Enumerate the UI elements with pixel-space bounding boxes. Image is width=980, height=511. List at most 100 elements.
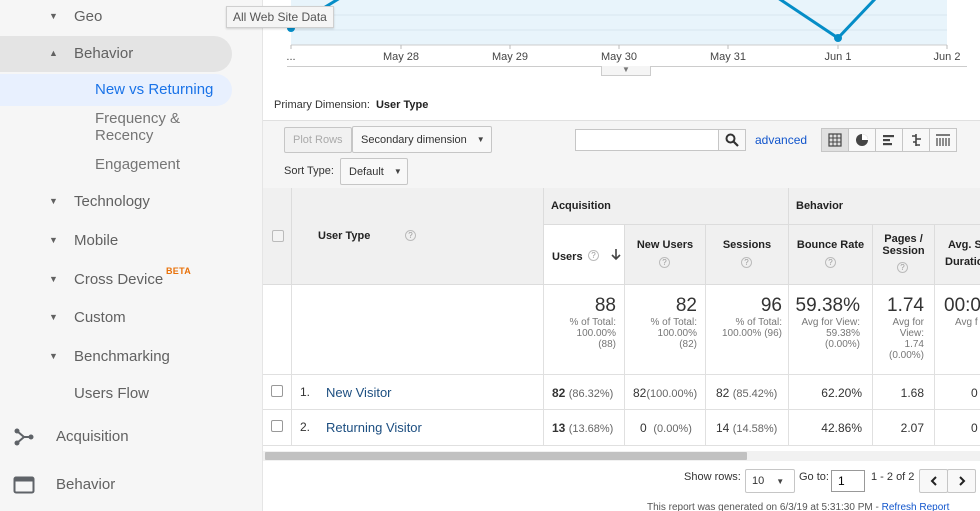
- sidebar-item-mobile[interactable]: ▼ Mobile: [0, 231, 232, 249]
- sidebar-item-geo[interactable]: ▼ Geo: [0, 5, 232, 27]
- sidebar-item-users-flow[interactable]: Users Flow: [0, 384, 232, 402]
- performance-view-button[interactable]: [875, 128, 903, 152]
- sidebar-item-new-vs-returning[interactable]: New vs Returning: [0, 74, 232, 106]
- acquisition-icon: [14, 428, 34, 446]
- next-page-button[interactable]: [947, 469, 976, 493]
- dropdown-arrow-icon: ▼: [393, 167, 402, 176]
- caret-down-icon: ▼: [49, 351, 58, 361]
- totals-pages-session: 1.74 Avg for View: 1.74 (0.00%): [873, 285, 935, 375]
- user-type-link[interactable]: Returning Visitor: [326, 420, 422, 435]
- help-icon[interactable]: ?: [588, 250, 599, 261]
- dropdown-arrow-icon: ▼: [776, 476, 785, 486]
- cell-pages-session: 1.68: [873, 375, 935, 410]
- search-icon: [725, 133, 739, 147]
- new-users-header[interactable]: New Users ?: [625, 225, 706, 285]
- sidebar-item-benchmarking[interactable]: ▼ Benchmarking: [0, 347, 232, 365]
- help-icon[interactable]: ?: [897, 262, 908, 273]
- table-row-checkbox-cell: [263, 410, 292, 446]
- help-icon[interactable]: ?: [825, 257, 836, 268]
- sidebar-item-behavior[interactable]: ▲ Behavior: [0, 36, 232, 72]
- user-type-header[interactable]: User Type ?: [292, 188, 544, 285]
- sidebar-item-custom[interactable]: ▼ Custom: [0, 308, 232, 326]
- sidebar-item-cross-device[interactable]: ▼ Cross Device BETA: [0, 266, 232, 288]
- chevron-right-icon: [958, 476, 965, 486]
- primary-dimension-value[interactable]: User Type: [376, 99, 428, 111]
- secondary-dimension-dropdown[interactable]: Secondary dimension ▼: [352, 126, 492, 153]
- caret-down-icon: ▼: [49, 274, 58, 284]
- chevron-down-icon: ▼: [622, 65, 630, 74]
- behavior-group-header: Behavior: [789, 188, 980, 225]
- line-chart-plot: [287, 0, 948, 49]
- sidebar-section-acquisition[interactable]: Acquisition: [0, 417, 262, 457]
- bounce-rate-header[interactable]: Bounce Rate ?: [789, 225, 873, 285]
- totals-users: 88 % of Total: 100.00% (88): [544, 285, 625, 375]
- chevron-left-icon: [930, 476, 937, 486]
- pivot-view-button[interactable]: [929, 128, 957, 152]
- cell-users: 82 (86.32%): [544, 375, 625, 410]
- row-checkbox[interactable]: [271, 420, 283, 432]
- chart-area-fill: [291, 0, 947, 45]
- help-icon[interactable]: ?: [659, 257, 670, 268]
- avg-session-duration-header[interactable]: Avg. S Duratio: [935, 225, 980, 285]
- sidebar-item-technology[interactable]: ▼ Technology: [0, 192, 232, 210]
- page-range: 1 - 2 of 2: [871, 471, 915, 483]
- caret-down-icon: ▼: [49, 235, 58, 245]
- sort-descending-icon[interactable]: [611, 249, 621, 261]
- sidebar-item-frequency-recency[interactable]: Frequency & Recency: [0, 110, 232, 144]
- comparison-icon: [912, 134, 921, 146]
- show-rows-dropdown[interactable]: 10 ▼: [745, 469, 795, 493]
- plot-rows-button[interactable]: Plot Rows: [284, 127, 352, 153]
- cell-avg-session: 0: [935, 375, 980, 410]
- x-tick-label: Jun 1: [824, 51, 852, 63]
- totals-sessions: 96 % of Total: 100.00% (96): [706, 285, 789, 375]
- row-checkbox[interactable]: [271, 385, 283, 397]
- table-controls: Plot Rows Secondary dimension ▼ advanced: [263, 120, 980, 188]
- help-icon[interactable]: ?: [405, 230, 416, 241]
- table-view-button[interactable]: [821, 128, 849, 152]
- show-rows-label: Show rows:: [684, 471, 741, 483]
- sort-type-dropdown[interactable]: Default ▼: [340, 158, 408, 185]
- chart-tooltip: All Web Site Data: [226, 6, 334, 28]
- goto-label: Go to:: [799, 471, 829, 483]
- horizontal-scrollbar-thumb[interactable]: [265, 452, 747, 460]
- acquisition-group-header: Acquisition: [544, 188, 789, 225]
- table-row-checkbox-cell: [263, 375, 292, 410]
- sessions-header[interactable]: Sessions ?: [706, 225, 789, 285]
- search-button[interactable]: [718, 129, 746, 151]
- report-generated-note: This report was generated on 6/3/19 at 5…: [647, 502, 950, 511]
- pages-session-header[interactable]: Pages / Session ?: [873, 225, 935, 285]
- cell-bounce-rate: 42.86%: [789, 410, 873, 446]
- collapse-chart-button[interactable]: ▼: [601, 66, 651, 76]
- sidebar: ▼ Geo ▲ Behavior New vs Returning Freque…: [0, 0, 263, 511]
- table-row: 1. New Visitor: [292, 375, 544, 410]
- x-tick-label: Jun 2: [933, 51, 961, 63]
- bar-list-icon: [883, 135, 894, 146]
- pie-view-button[interactable]: [848, 128, 876, 152]
- caret-down-icon: ▼: [49, 196, 58, 206]
- cell-avg-session: 0: [935, 410, 980, 446]
- advanced-filter-link[interactable]: advanced: [755, 133, 807, 147]
- user-type-link[interactable]: New Visitor: [326, 385, 392, 400]
- caret-down-icon: ▼: [49, 312, 58, 322]
- users-header[interactable]: Users ?: [544, 225, 625, 285]
- grid-icon: [828, 133, 842, 147]
- goto-page-input[interactable]: [831, 470, 865, 492]
- refresh-report-link[interactable]: Refresh Report: [882, 502, 950, 511]
- select-all-checkbox[interactable]: [272, 230, 284, 242]
- totals-avg-session: 00:0 Avg f: [935, 285, 980, 375]
- x-tick-label: ...: [286, 51, 296, 63]
- cell-pages-session: 2.07: [873, 410, 935, 446]
- sidebar-section-behavior[interactable]: Behavior: [0, 465, 262, 505]
- totals-label-cell: [292, 285, 544, 375]
- chart-point[interactable]: [834, 34, 842, 42]
- x-tick-label: May 30: [600, 51, 638, 63]
- help-icon[interactable]: ?: [741, 257, 752, 268]
- comparison-view-button[interactable]: [902, 128, 930, 152]
- cell-new-users: 82(100.00%): [625, 375, 706, 410]
- x-tick-label: May 28: [382, 51, 420, 63]
- previous-page-button[interactable]: [919, 469, 948, 493]
- table-search-input[interactable]: [575, 129, 719, 151]
- cell-sessions: 82 (85.42%): [706, 375, 789, 410]
- sidebar-item-engagement[interactable]: Engagement: [0, 156, 232, 174]
- x-tick-label: May 31: [709, 51, 747, 63]
